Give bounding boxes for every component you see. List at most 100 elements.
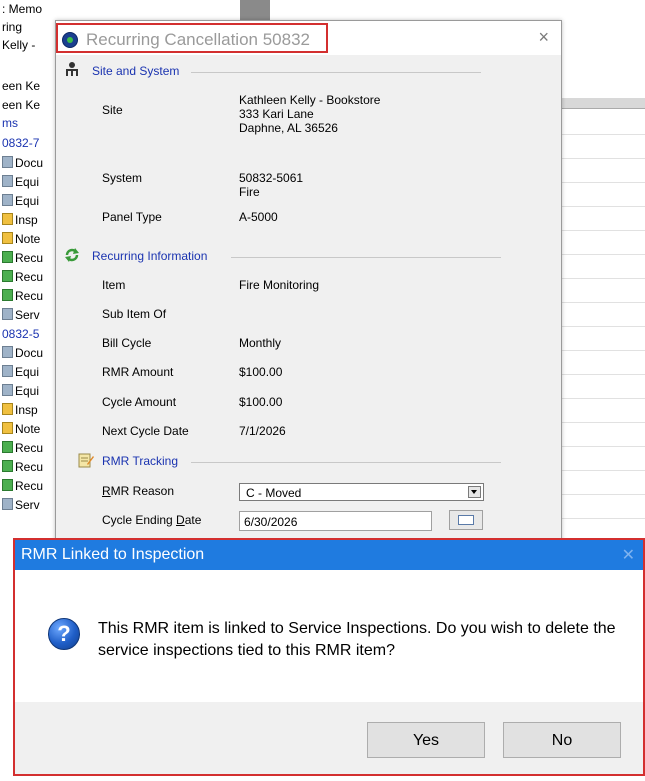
- people-icon: [66, 62, 78, 76]
- document-icon: [2, 156, 13, 168]
- document-icon: [2, 346, 13, 358]
- tree-item[interactable]: Recu: [2, 289, 43, 303]
- grid-row-line: [560, 350, 645, 351]
- sub-item-of-label: Sub Item Of: [102, 307, 167, 321]
- grid-row-line: [560, 374, 645, 375]
- section-header-recurring-information: Recurring Information: [92, 249, 208, 263]
- dialog-button-bar: Yes No: [15, 702, 643, 774]
- tree-item[interactable]: Serv: [2, 498, 40, 512]
- item-value: Fire Monitoring: [239, 278, 320, 292]
- note-icon: [2, 232, 13, 244]
- tree-item[interactable]: Insp: [2, 403, 38, 417]
- rmr-amount-label: RMR Amount: [102, 365, 174, 379]
- grid-header: [560, 98, 645, 109]
- tree-item[interactable]: 0832-7: [2, 136, 39, 150]
- inspection-icon: [2, 403, 13, 415]
- next-cycle-date-value: 7/1/2026: [239, 424, 286, 438]
- grid-row-line: [560, 230, 645, 231]
- tree-item[interactable]: Docu: [2, 156, 43, 170]
- tree-item[interactable]: Recu: [2, 251, 43, 265]
- window-title: Recurring Cancellation 50832: [86, 30, 310, 49]
- bill-cycle-value: Monthly: [239, 336, 282, 350]
- tree-item[interactable]: een Ke: [2, 79, 40, 93]
- grid-row-line: [560, 278, 645, 279]
- calendar-icon: [458, 515, 474, 525]
- cycle-ending-date-value: 6/30/2026: [244, 515, 298, 529]
- tree-item[interactable]: Recu: [2, 270, 43, 284]
- next-cycle-date-label: Next Cycle Date: [102, 424, 189, 438]
- app-logo-icon: [62, 32, 78, 48]
- close-icon[interactable]: ✕: [622, 545, 635, 565]
- tree-item[interactable]: Kelly -: [2, 38, 35, 52]
- tree-item[interactable]: een Ke: [2, 98, 40, 112]
- rmr-reason-selected-value: C - Moved: [246, 486, 302, 500]
- dialog-body: ? This RMR item is linked to Service Ins…: [15, 570, 643, 702]
- grid-row-line: [560, 302, 645, 303]
- grid-row-line: [560, 446, 645, 447]
- rmr-reason-select[interactable]: C - Moved: [239, 483, 484, 501]
- tree-item[interactable]: ring: [2, 20, 22, 34]
- dialog-title: RMR Linked to Inspection: [21, 546, 205, 563]
- grid-row-line: [560, 398, 645, 399]
- tree-item[interactable]: Recu: [2, 460, 43, 474]
- grid-row-line: [560, 470, 645, 471]
- tree-item[interactable]: Note: [2, 232, 40, 246]
- notepad-pencil-icon: [78, 453, 94, 468]
- cycle-amount-label: Cycle Amount: [102, 395, 177, 409]
- grid-row-line: [560, 422, 645, 423]
- close-icon[interactable]: ×: [538, 27, 549, 48]
- dialog-message: This RMR item is linked to Service Inspe…: [98, 620, 616, 659]
- no-button[interactable]: No: [503, 722, 621, 758]
- grid-row-line: [560, 494, 645, 495]
- inspection-icon: [2, 213, 13, 225]
- recurring-arrows-icon: [65, 248, 79, 262]
- section-divider: [191, 462, 501, 463]
- recurring-icon: [2, 479, 13, 491]
- dropdown-arrow-icon[interactable]: [468, 486, 481, 498]
- tree-item[interactable]: Serv: [2, 308, 40, 322]
- equipment-icon: [2, 175, 13, 187]
- system-value: 50832-5061 Fire: [239, 171, 304, 199]
- tree-item[interactable]: Recu: [2, 479, 43, 493]
- cycle-amount-value: $100.00: [239, 395, 283, 409]
- tree-item[interactable]: Recu: [2, 441, 43, 455]
- tree-item[interactable]: Equi: [2, 365, 39, 379]
- tree-item[interactable]: 0832-5: [2, 327, 39, 341]
- equipment-icon: [2, 384, 13, 396]
- item-label: Item: [102, 278, 126, 292]
- tree-item[interactable]: Insp: [2, 213, 38, 227]
- tree-item[interactable]: Equi: [2, 175, 39, 189]
- tree-item[interactable]: Equi: [2, 384, 39, 398]
- site-label: Site: [102, 103, 123, 117]
- section-header-rmr-tracking: RMR Tracking: [102, 454, 179, 468]
- tree-item[interactable]: Equi: [2, 194, 39, 208]
- grid-row-line: [560, 158, 645, 159]
- tree-item[interactable]: Docu: [2, 346, 43, 360]
- calendar-picker-button[interactable]: [449, 510, 483, 530]
- note-icon: [2, 422, 13, 434]
- recurring-icon: [2, 270, 13, 282]
- dialog-titlebar[interactable]: RMR Linked to Inspection ✕: [15, 540, 643, 570]
- bill-cycle-label: Bill Cycle: [102, 336, 152, 350]
- question-icon: ?: [48, 618, 80, 650]
- cycle-ending-date-label: Cycle Ending Date: [102, 513, 202, 527]
- panel-type-label: Panel Type: [102, 210, 162, 224]
- site-value: Kathleen Kelly - Bookstore 333 Kari Lane…: [239, 93, 381, 135]
- title-highlight-box: Recurring Cancellation 50832: [56, 23, 328, 53]
- recurring-icon: [2, 251, 13, 263]
- section-divider: [231, 257, 501, 258]
- recurring-icon: [2, 289, 13, 301]
- window-titlebar[interactable]: Recurring Cancellation 50832 ×: [56, 21, 561, 55]
- tree-item[interactable]: : Memo: [2, 2, 42, 16]
- service-icon: [2, 498, 13, 510]
- cycle-ending-date-input[interactable]: 6/30/2026: [239, 511, 432, 531]
- yes-button[interactable]: Yes: [367, 722, 485, 758]
- section-header-site-and-system: Site and System: [92, 64, 180, 78]
- grid-row-line: [560, 254, 645, 255]
- tree-item[interactable]: ms: [2, 116, 18, 130]
- tree-item[interactable]: Note: [2, 422, 40, 436]
- recurring-icon: [2, 460, 13, 472]
- equipment-icon: [2, 194, 13, 206]
- background-toolbar-strip: [240, 0, 270, 20]
- section-divider: [191, 72, 481, 73]
